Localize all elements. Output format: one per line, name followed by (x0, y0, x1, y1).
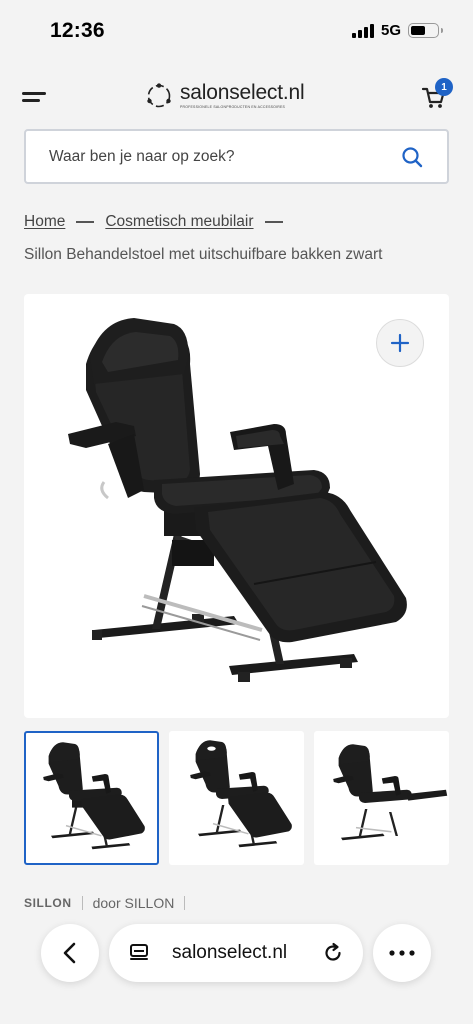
chair-thumbnail-image (333, 744, 448, 841)
search-input[interactable] (49, 147, 379, 166)
browser-toolbar: salonselect.nl (0, 912, 473, 1024)
breadcrumb-current: Sillon Behandelstoel met uitschuifbare b… (24, 246, 383, 263)
thumbnail-3[interactable] (314, 731, 449, 865)
breadcrumb-separator (264, 221, 283, 223)
more-icon (389, 950, 415, 956)
site-logo[interactable]: salonselect.nl PROFESSIONELE SALONPRODUC… (146, 81, 305, 109)
back-arrow-icon (63, 942, 76, 964)
thumbnail-strip (24, 731, 473, 865)
brand-by-label[interactable]: door SILLON (93, 895, 175, 911)
more-button[interactable] (373, 924, 431, 982)
brand-label: SILLON (24, 896, 72, 910)
search-bar (24, 129, 449, 184)
url-text: salonselect.nl (172, 942, 288, 963)
logo-text: salonselect.nl (180, 81, 305, 104)
status-time: 12:36 (50, 19, 105, 42)
logo-mark-icon (147, 82, 171, 107)
battery-icon (408, 23, 443, 38)
product-main-image[interactable] (24, 294, 449, 718)
site-header: salonselect.nl PROFESSIONELE SALONPRODUC… (0, 70, 473, 126)
breadcrumb-category[interactable]: Cosmetisch meubilair (105, 213, 253, 231)
cart-button[interactable]: 1 (421, 78, 453, 112)
thumbnail-2[interactable] (169, 731, 304, 865)
network-label: 5G (380, 22, 401, 39)
status-indicators: 5G (351, 22, 443, 39)
tabs-icon (130, 944, 148, 960)
address-bar[interactable]: salonselect.nl (109, 924, 363, 982)
breadcrumb: Home Cosmetisch meubilair (24, 213, 294, 231)
plus-icon (390, 333, 410, 353)
meta-divider (184, 896, 186, 910)
product-meta: SILLON door SILLON (24, 895, 186, 911)
status-bar: 12:36 5G (0, 0, 473, 62)
reload-icon[interactable] (322, 942, 344, 964)
zoom-button[interactable] (376, 319, 424, 367)
logo-tagline: PROFESSIONELE SALONPRODUCTEN EN ACCESSOI… (180, 105, 286, 109)
thumbnail-1[interactable] (24, 731, 159, 865)
signal-icon (351, 23, 374, 38)
hamburger-menu-icon[interactable] (22, 86, 48, 108)
cart-count-badge: 1 (435, 78, 453, 96)
chair-thumbnail-image (190, 740, 292, 848)
back-button[interactable] (41, 924, 99, 982)
breadcrumb-separator (76, 221, 95, 223)
breadcrumb-home[interactable]: Home (24, 213, 65, 231)
search-icon[interactable] (401, 146, 423, 168)
chair-thumbnail-image (43, 742, 145, 850)
meta-divider (81, 896, 83, 910)
